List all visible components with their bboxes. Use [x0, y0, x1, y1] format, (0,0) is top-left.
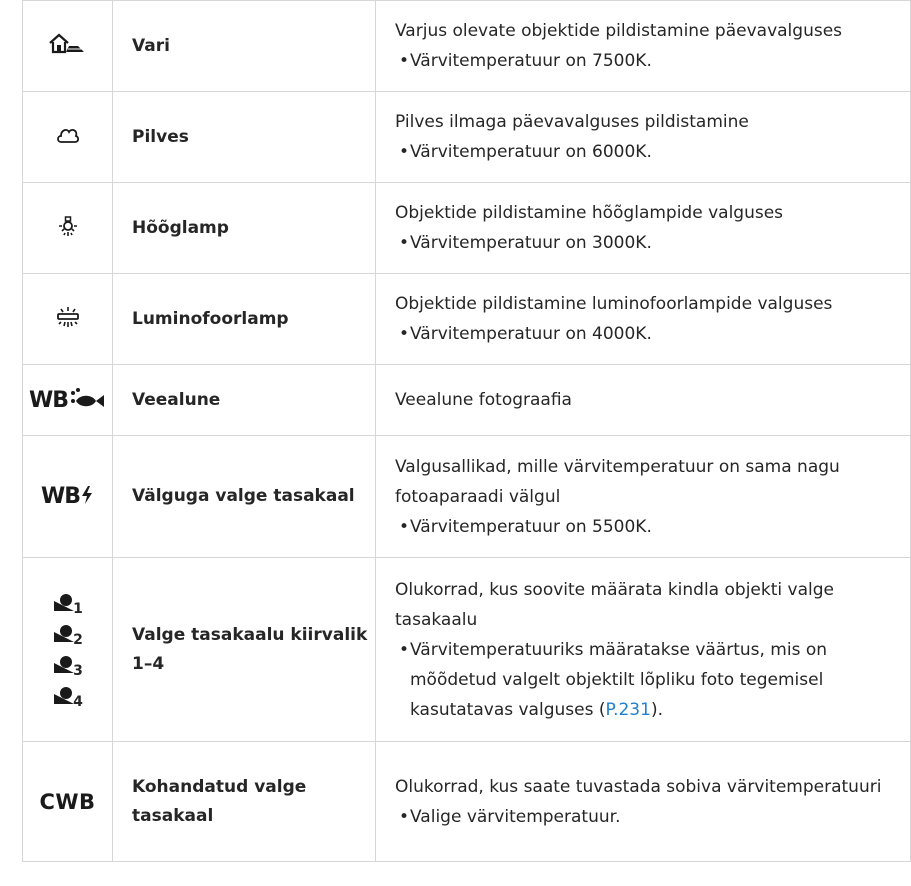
table-row: 1 2 3 4 Valge tasakaalu kiirvalik 1–4 Ol… — [22, 557, 911, 742]
incandescent-icon — [56, 214, 80, 242]
icon-cell: CWB — [22, 741, 113, 862]
icon-cell: 1 2 3 4 — [22, 557, 113, 742]
one-touch-wb-2-icon: 2 — [23, 622, 112, 648]
icon-cell: WB — [22, 435, 113, 558]
row-description: Valgusallikad, mille värvitemperatuur on… — [375, 435, 911, 558]
row-description: Objektide pildistamine luminofoorlampide… — [375, 273, 911, 365]
table-row: CWB Kohandatud valge tasakaal Olukorrad,… — [22, 741, 911, 862]
row-description: Olukorrad, kus saate tuvastada sobiva vä… — [375, 741, 911, 862]
description-text: Olukorrad, kus saate tuvastada sobiva vä… — [395, 776, 882, 797]
description-text: Olukorrad, kus soovite määrata kindla ob… — [395, 579, 834, 630]
wb-label: WB — [40, 484, 81, 509]
one-touch-wb-1-icon: 1 — [23, 591, 112, 617]
row-description: Veealune fotograafia — [375, 364, 911, 436]
shade-icon — [48, 32, 88, 60]
description-text: Veealune fotograafia — [395, 390, 572, 410]
row-name: Hõõglamp — [112, 182, 376, 274]
wb-label: WB — [28, 388, 69, 413]
one-touch-wb-4-icon: 4 — [23, 684, 112, 710]
bullet-item: Värvitemperatuuriks määratakse väärtus, … — [395, 635, 902, 725]
row-name: Luminofoorlamp — [112, 273, 376, 365]
table-row: Hõõglamp Objektide pildistamine hõõglamp… — [22, 182, 911, 274]
fluorescent-icon — [55, 305, 81, 333]
wb-underwater-icon: WB — [29, 387, 106, 413]
row-description: Varjus olevate objektide pildistamine pä… — [375, 0, 911, 92]
table-row: WB Veealune Veealune fotograafia — [22, 364, 911, 436]
bullet-item: Värvitemperatuur on 6000K. — [395, 137, 902, 167]
description-text: Varjus olevate objektide pildistamine pä… — [395, 21, 843, 41]
row-description: Objektide pildistamine hõõglampide valgu… — [375, 182, 911, 274]
page-reference-link[interactable]: P.231 — [605, 700, 650, 720]
one-touch-wb-icon: 1 2 3 4 — [23, 591, 112, 710]
row-name: Välguga valge tasakaal — [112, 435, 376, 558]
icon-cell: WB — [22, 364, 113, 436]
bullet-item: Valige värvitemperatuur. — [395, 802, 902, 832]
icon-cell — [22, 273, 113, 365]
description-text: Valgusallikad, mille värvitemperatuur on… — [395, 456, 840, 507]
custom-wb-icon: CWB — [39, 789, 96, 814]
bullet-item: Värvitemperatuur on 7500K. — [395, 46, 902, 76]
row-name: Valge tasakaalu kiirvalik 1–4 — [112, 557, 376, 742]
one-touch-wb-3-icon: 3 — [23, 653, 112, 679]
row-name: Veealune — [112, 364, 376, 436]
description-text: Objektide pildistamine hõõglampide valgu… — [395, 203, 784, 223]
row-description: Olukorrad, kus soovite määrata kindla ob… — [375, 557, 911, 742]
row-description: Pilves ilmaga päevavalguses pildistamine… — [375, 91, 911, 183]
table-row: Pilves Pilves ilmaga päevavalguses pildi… — [22, 91, 911, 183]
row-name: Kohandatud valge tasakaal — [112, 741, 376, 862]
row-name: Pilves — [112, 91, 376, 183]
wb-flash-icon: WB — [41, 484, 94, 509]
cloudy-icon — [56, 125, 80, 149]
description-text: Pilves ilmaga päevavalguses pildistamine — [395, 112, 749, 132]
table-row: Luminofoorlamp Objektide pildistamine lu… — [22, 273, 911, 365]
icon-cell — [22, 182, 113, 274]
table-row: Vari Varjus olevate objektide pildistami… — [22, 0, 911, 92]
table-row: WB Välguga valge tasakaal Valgusallikad,… — [22, 435, 911, 558]
bullet-item: Värvitemperatuur on 4000K. — [395, 319, 902, 349]
icon-cell — [22, 91, 113, 183]
bullet-item: Värvitemperatuur on 3000K. — [395, 228, 902, 258]
icon-cell — [22, 0, 113, 92]
row-name: Vari — [112, 0, 376, 92]
bullet-item: Värvitemperatuur on 5500K. — [395, 512, 902, 542]
white-balance-table: Vari Varjus olevate objektide pildistami… — [22, 0, 911, 862]
description-text: Objektide pildistamine luminofoorlampide… — [395, 294, 833, 314]
